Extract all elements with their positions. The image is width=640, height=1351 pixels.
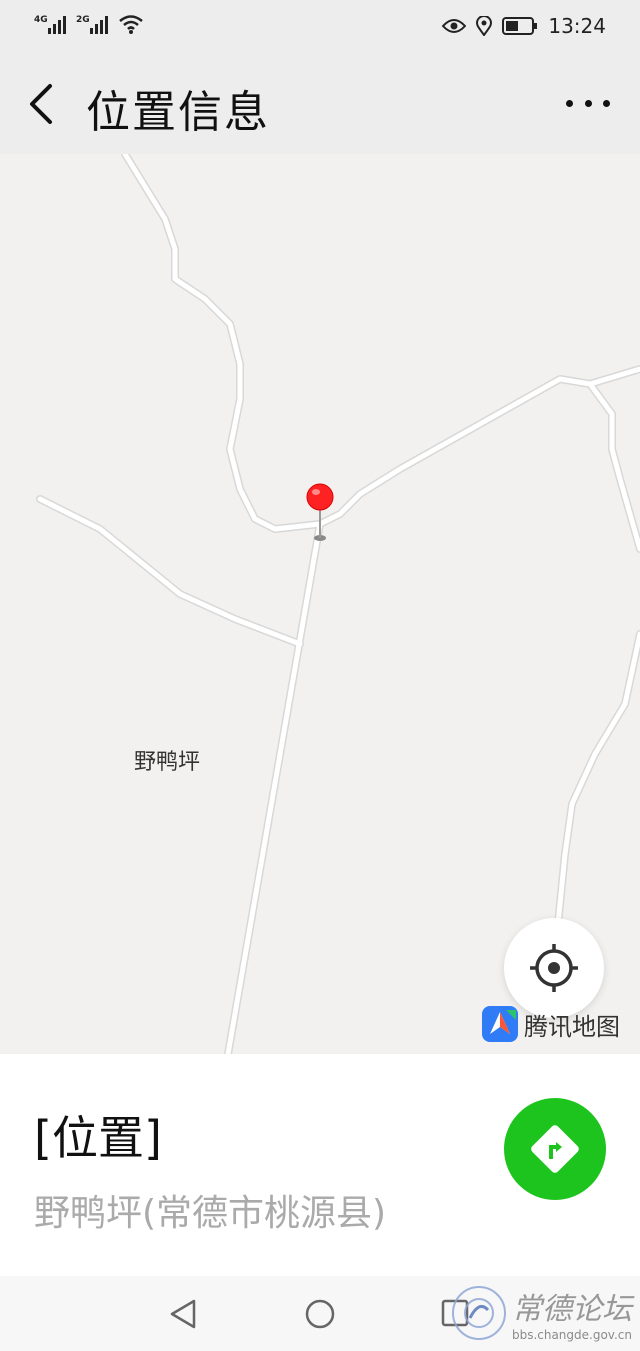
battery-icon [502, 17, 538, 35]
location-title: [位置] [34, 1111, 162, 1165]
forum-logo-icon [451, 1286, 506, 1340]
page-title: 位置信息 [86, 87, 270, 138]
status-right: 13:24 [442, 14, 606, 38]
location-info-panel: [位置] 野鸭坪(常德市桃源县) [0, 1054, 640, 1276]
map-provider-name: 腾讯地图 [524, 1012, 620, 1041]
clock: 13:24 [548, 14, 606, 38]
more-options-button[interactable] [566, 88, 610, 118]
location-address: 野鸭坪(常德市桃源县) [34, 1193, 387, 1234]
network-type-2: 2G [76, 15, 90, 25]
app-bar: 位置信息 [0, 54, 640, 154]
watermark-url: bbs.changde.gov.cn [511, 1328, 632, 1342]
logo-swirl-icon [463, 1298, 494, 1328]
back-button[interactable] [24, 78, 64, 130]
tencent-map-logo-icon [482, 1006, 518, 1042]
more-dot-icon [603, 99, 610, 107]
location-icon [476, 16, 493, 36]
map-pin-icon [306, 483, 334, 541]
status-bar: 4G 2G 13:24 [0, 0, 640, 54]
map-place-label: 野鸭坪 [134, 750, 201, 775]
map-provider-logo: 腾讯地图 [480, 1004, 620, 1044]
signal-bars-icon [90, 16, 108, 34]
circle-home-icon[interactable] [304, 1298, 336, 1330]
forum-watermark: 常德论坛 bbs.changde.gov.cn [451, 1284, 632, 1342]
triangle-back-icon[interactable] [168, 1298, 198, 1330]
chevron-left-icon [30, 84, 52, 124]
watermark-title: 常德论坛 [511, 1292, 632, 1327]
signal-4g: 4G [34, 15, 66, 34]
map-view[interactable]: 野鸭坪 腾讯地图 [0, 154, 640, 1054]
watermark-text: 常德论坛 bbs.changde.gov.cn [512, 1284, 632, 1342]
my-location-button[interactable] [504, 918, 604, 1018]
directions-icon [531, 1125, 579, 1173]
wifi-icon [119, 15, 143, 34]
crosshair-icon [530, 944, 578, 992]
status-left: 4G 2G [34, 14, 144, 34]
more-dot-icon [584, 99, 592, 107]
signal-bars-icon [48, 16, 66, 34]
signal-2g: 2G [76, 15, 108, 34]
navigate-button[interactable] [504, 1098, 606, 1200]
system-nav-bar: 常德论坛 bbs.changde.gov.cn [0, 1276, 640, 1351]
eye-icon [442, 19, 467, 33]
more-dot-icon [566, 99, 573, 107]
network-type-1: 4G [34, 15, 48, 25]
